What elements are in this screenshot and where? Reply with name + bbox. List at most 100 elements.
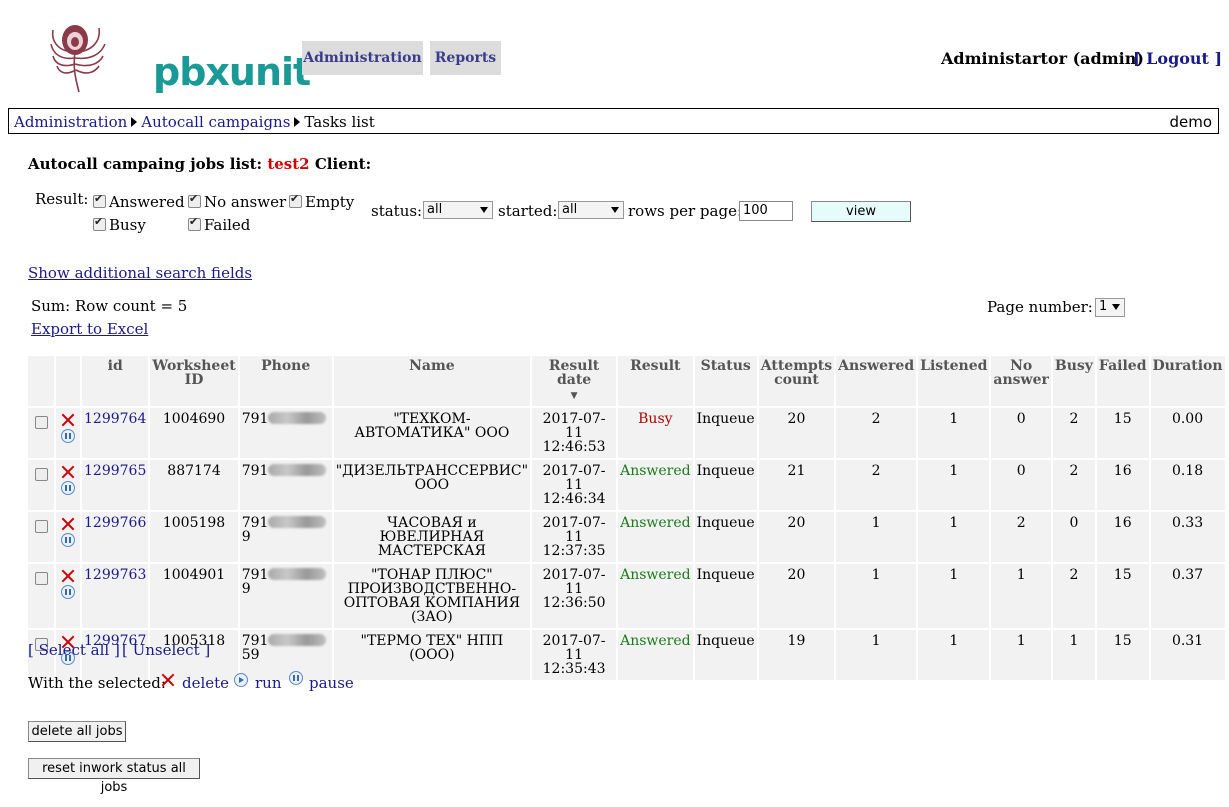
col-phone[interactable]: Phone [238, 356, 334, 408]
delete-all-jobs-button[interactable]: delete all jobs [28, 721, 126, 742]
started-select[interactable]: all [558, 201, 624, 219]
run-icon[interactable] [234, 673, 248, 687]
worksheet-id: 1004690 [149, 407, 240, 460]
row-actions-cell [55, 459, 82, 512]
col-attempts-count[interactable]: Attempts count [757, 356, 837, 408]
page-title: Autocall campaing jobs list: test2 Clien… [28, 155, 371, 173]
job-name: "ТЕХКОМ-АВТОМАТИКА" ООО [332, 407, 533, 460]
row-checkbox[interactable] [34, 468, 48, 481]
col-busy[interactable]: Busy [1051, 356, 1097, 408]
col-result-date[interactable]: Result date ▼ [531, 356, 619, 408]
col-failed[interactable]: Failed [1095, 356, 1151, 408]
job-id-link[interactable]: 1299766 [84, 515, 146, 531]
delete-icon[interactable] [61, 569, 75, 583]
chevron-down-icon [611, 207, 619, 213]
empty-checkbox[interactable] [289, 192, 302, 208]
started-label: started: [498, 202, 558, 220]
col-result[interactable]: Result [617, 356, 695, 408]
job-name: "ДИЗЕЛЬТРАНССЕРВИС" ООО [332, 459, 533, 512]
result-value: Answered [617, 629, 695, 682]
delete-selected-link[interactable]: delete [182, 674, 229, 692]
redacted-phone [268, 516, 327, 528]
busy-count: 2 [1051, 459, 1097, 512]
result-date: 2017-07-11 12:35:43 [531, 629, 619, 682]
phone-suffix: 9 [241, 581, 251, 597]
breadcrumb-current: Tasks list [304, 113, 375, 131]
status-select[interactable]: all [423, 201, 493, 219]
row-select-cell [28, 407, 56, 460]
redacted-phone [268, 412, 327, 424]
delete-icon[interactable] [61, 517, 75, 531]
col-status[interactable]: Status [693, 356, 759, 408]
select-all-link[interactable]: [ Select all ] [28, 641, 120, 659]
failed-count: 15 [1095, 629, 1151, 682]
nav-reports[interactable]: Reports [430, 41, 501, 75]
breadcrumb-separator-icon [131, 117, 138, 127]
delete-icon[interactable] [61, 465, 75, 479]
show-additional-search-link[interactable]: Show additional search fields [28, 264, 252, 282]
listened-count: 1 [917, 407, 992, 460]
redacted-phone [268, 634, 327, 646]
row-select-cell [28, 459, 56, 512]
view-button[interactable]: view [811, 201, 911, 222]
result-date-day: 2017-07-11 [542, 463, 606, 493]
row-checkbox[interactable] [34, 416, 48, 429]
breadcrumb-autocall-campaigns[interactable]: Autocall campaigns [141, 113, 290, 131]
busy-checkbox[interactable] [93, 215, 106, 231]
result-date-time: 12:46:34 [542, 491, 606, 507]
status-value: Inqueue [693, 459, 759, 512]
row-select-cell [28, 511, 56, 564]
col-actions [55, 356, 82, 408]
redacted-phone [268, 464, 327, 476]
attempts-count: 19 [757, 629, 837, 682]
answered-checkbox[interactable] [93, 192, 106, 208]
title-prefix: Autocall campaing jobs list: [28, 155, 263, 173]
col-duration[interactable]: Duration [1149, 356, 1227, 408]
pause-selected-link[interactable]: pause [309, 674, 354, 692]
page-number-select[interactable]: 1 [1095, 298, 1125, 317]
pause-icon[interactable] [61, 533, 75, 547]
unselect-link[interactable]: [ Unselect ] [122, 641, 210, 659]
col-worksheet-id[interactable]: Worksheet ID [149, 356, 240, 408]
col-no-answer[interactable]: No answer [990, 356, 1053, 408]
run-selected-link[interactable]: run [255, 674, 282, 692]
job-id-link[interactable]: 1299764 [84, 411, 146, 427]
delete-icon[interactable] [61, 413, 75, 427]
col-listened[interactable]: Listened [917, 356, 992, 408]
col-id[interactable]: id [81, 356, 151, 408]
pause-icon[interactable] [61, 585, 75, 599]
pause-icon[interactable] [61, 429, 75, 443]
failed-checkbox[interactable] [188, 215, 201, 231]
logout-link[interactable]: [ Logout ] [1133, 49, 1222, 68]
nav-administration[interactable]: Administration [302, 41, 423, 75]
row-checkbox[interactable] [34, 572, 48, 585]
delete-icon[interactable] [161, 673, 175, 687]
pause-icon[interactable] [289, 671, 303, 685]
busy-count: 2 [1051, 407, 1097, 460]
breadcrumb-administration[interactable]: Administration [14, 113, 127, 131]
col-name[interactable]: Name [332, 356, 533, 408]
chevron-down-icon [480, 207, 488, 213]
result-date-time: 12:35:43 [542, 661, 606, 677]
row-checkbox[interactable] [34, 520, 48, 533]
job-id-link[interactable]: 1299765 [84, 463, 146, 479]
rows-per-page-input[interactable]: 100 [739, 201, 793, 221]
table-row: 1299763 1004901 7919 "ТОНАР ПЛЮС" ПРОИЗВ… [28, 563, 1227, 630]
pause-icon[interactable] [61, 481, 75, 495]
result-date: 2017-07-11 12:46:34 [531, 459, 619, 512]
reset-inwork-status-button[interactable]: reset inwork status all jobs [28, 758, 200, 795]
job-name: ЧАСОВАЯ и ЮВЕЛИРНАЯ МАСТЕРСКАЯ [332, 511, 533, 564]
col-answered[interactable]: Answered [835, 356, 919, 408]
attempts-count: 20 [757, 511, 837, 564]
table-header-row: id Worksheet ID Phone Name Result date ▼ … [28, 356, 1227, 408]
no-answer-count: 2 [990, 511, 1053, 564]
col-id-link[interactable]: id [108, 358, 123, 374]
answered-count: 2 [835, 459, 919, 512]
job-id-link[interactable]: 1299763 [84, 567, 146, 583]
export-to-excel-link[interactable]: Export to Excel [31, 320, 148, 338]
duration: 0.00 [1149, 407, 1227, 460]
result-date-time: 12:46:53 [542, 439, 606, 455]
worksheet-id: 887174 [149, 459, 240, 512]
no-answer-checkbox[interactable] [188, 192, 201, 208]
result-date-day: 2017-07-11 [542, 411, 606, 441]
